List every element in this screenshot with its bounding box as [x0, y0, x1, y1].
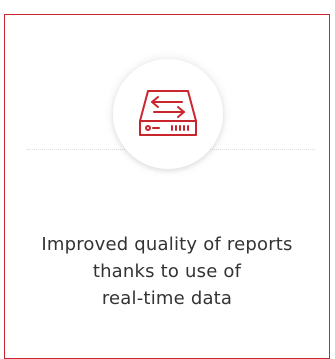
icon-circle — [113, 59, 223, 169]
caption-line: real-time data — [101, 288, 233, 309]
feature-caption: Improved quality of reports thanks to us… — [5, 231, 329, 312]
caption-line: thanks to use of — [92, 261, 242, 282]
data-transfer-drive-icon — [139, 90, 197, 136]
feature-card: Improved quality of reports thanks to us… — [4, 14, 330, 359]
caption-line: Improved quality of reports — [41, 234, 293, 255]
